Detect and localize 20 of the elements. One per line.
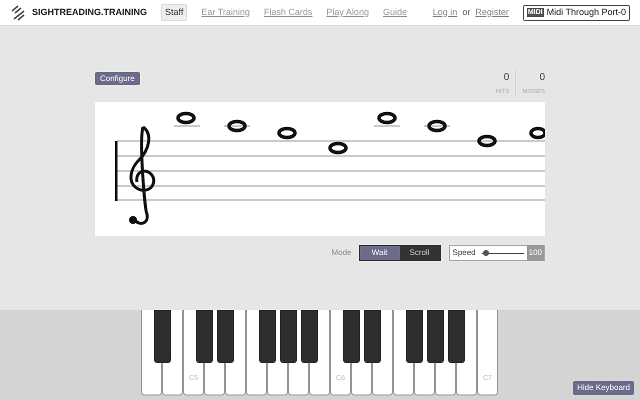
mode-label: Mode <box>331 247 352 259</box>
nav-tab[interactable]: Ear Training <box>201 6 250 20</box>
brand-name: SIGHTREADING.TRAINING <box>32 6 148 19</box>
nav-tab[interactable]: Play Along <box>326 6 369 20</box>
nav-tab[interactable]: Flash Cards <box>264 6 312 20</box>
slider-thumb[interactable] <box>482 250 489 256</box>
or-text: or <box>462 6 470 19</box>
speed-value: 100 <box>526 245 544 261</box>
hide-keyboard-button[interactable]: Hide Keyboard <box>573 381 634 395</box>
login-link[interactable]: Log in <box>432 6 458 20</box>
configure-button[interactable]: Configure <box>95 72 140 85</box>
nav-tab[interactable]: Guide <box>382 6 407 20</box>
nav-tab[interactable]: Staff <box>161 4 188 22</box>
register-link[interactable]: Register <box>475 6 509 20</box>
stat-value: 0 <box>539 71 545 85</box>
stat-value: 0 <box>504 71 510 85</box>
speed-control: Speed 100 <box>448 245 545 261</box>
logo-icon <box>10 4 26 20</box>
speed-slider[interactable] <box>482 249 524 257</box>
mode-option[interactable]: Wait <box>360 246 400 260</box>
